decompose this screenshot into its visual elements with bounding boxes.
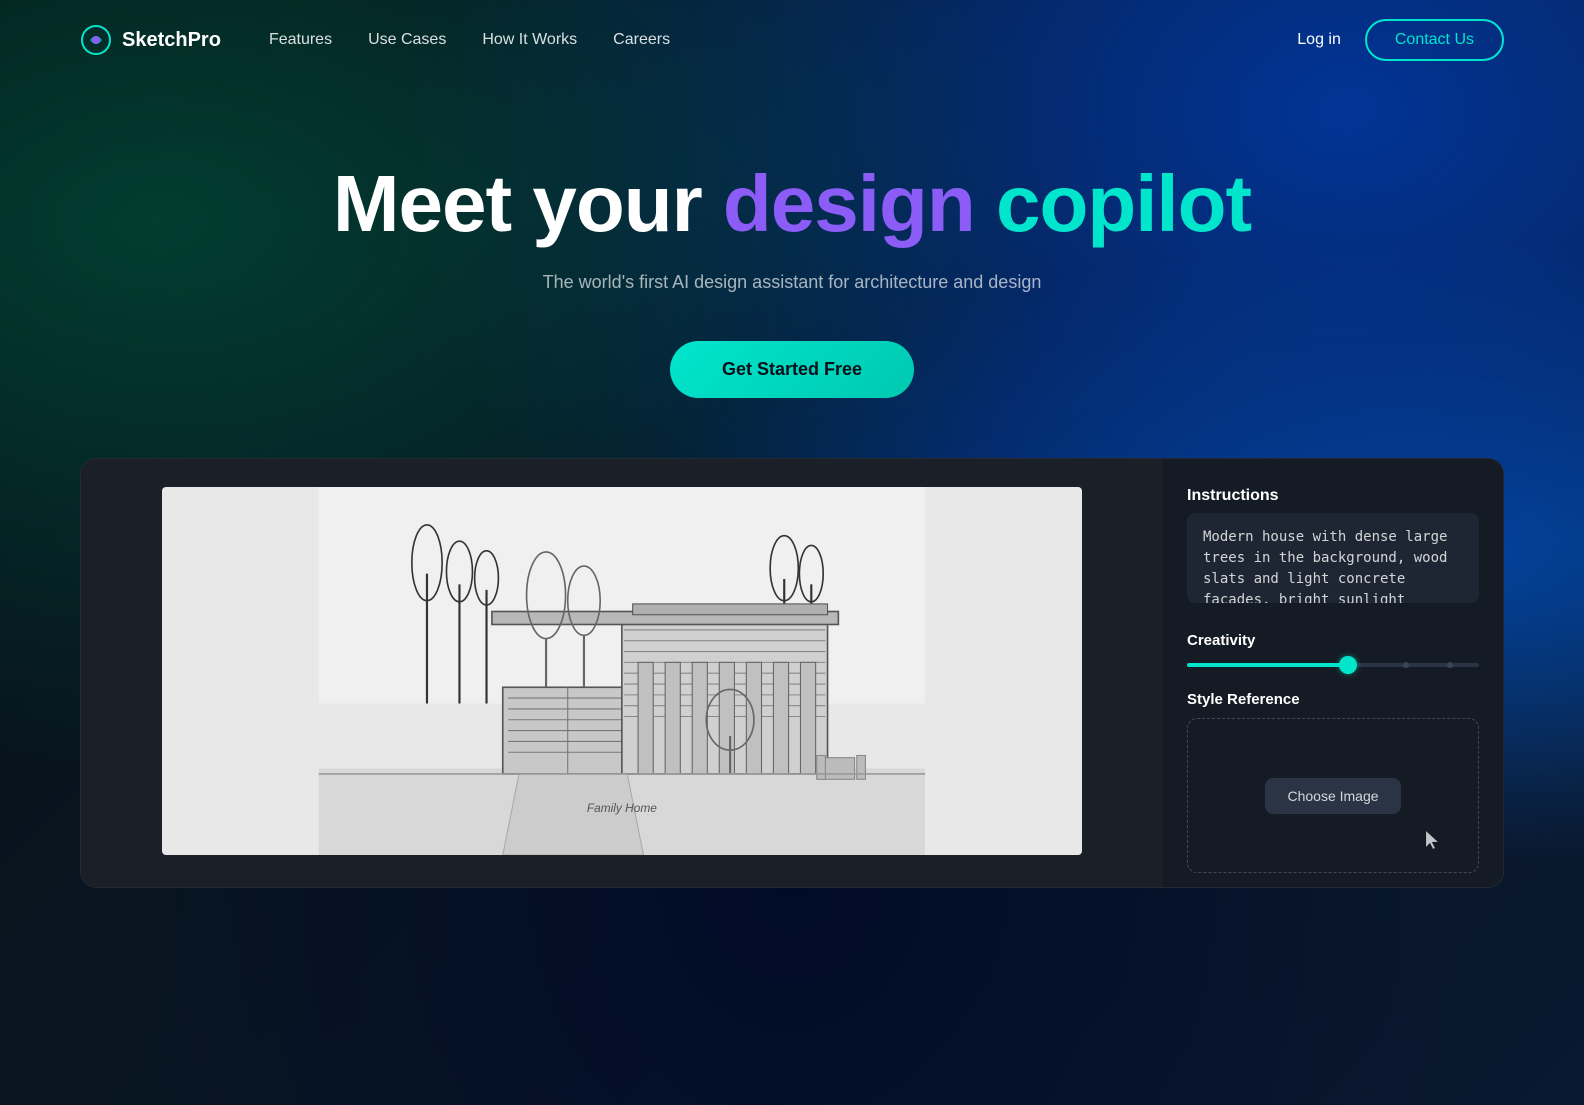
nav-links: Features Use Cases How It Works Careers — [269, 31, 670, 49]
slider-thumb[interactable] — [1339, 656, 1357, 674]
creativity-section: Creativity — [1187, 632, 1479, 667]
instructions-label: Instructions — [1187, 487, 1479, 505]
logo[interactable]: SketchPro — [80, 24, 221, 56]
instructions-section: Instructions — [1187, 487, 1479, 608]
style-ref-box: Choose Image — [1187, 718, 1479, 873]
nav-use-cases[interactable]: Use Cases — [368, 31, 446, 49]
choose-image-button[interactable]: Choose Image — [1265, 778, 1400, 814]
hero-subtitle: The world's first AI design assistant fo… — [0, 272, 1584, 293]
hero-title-part3: copilot — [975, 159, 1251, 248]
hero-section: Meet your design copilot The world's fir… — [0, 80, 1584, 438]
cta-button[interactable]: Get Started Free — [670, 341, 914, 398]
contact-button[interactable]: Contact Us — [1365, 19, 1504, 61]
sketch-canvas: Family Home — [162, 487, 1082, 855]
style-ref-section: Style Reference Choose Image — [1187, 691, 1479, 873]
cursor-indicator — [1422, 829, 1442, 858]
sketch-panel: Family Home — [81, 459, 1163, 887]
instructions-textarea[interactable] — [1187, 513, 1479, 603]
style-ref-label: Style Reference — [1187, 691, 1479, 708]
creativity-label: Creativity — [1187, 632, 1479, 649]
hero-title: Meet your design copilot — [0, 160, 1584, 248]
navbar: SketchPro Features Use Cases How It Work… — [0, 0, 1584, 80]
hero-title-part1: Meet your — [333, 159, 723, 248]
nav-left: SketchPro Features Use Cases How It Work… — [80, 24, 670, 56]
controls-panel: Instructions Creativity Style Reference … — [1163, 459, 1503, 887]
slider-dot-1 — [1403, 662, 1409, 668]
logo-icon — [80, 24, 112, 56]
cursor-icon — [1422, 829, 1442, 853]
nav-right: Log in Contact Us — [1297, 19, 1504, 61]
sketch-svg: Family Home — [162, 487, 1082, 855]
login-button[interactable]: Log in — [1297, 31, 1341, 49]
slider-track[interactable] — [1187, 663, 1479, 667]
nav-features[interactable]: Features — [269, 31, 332, 49]
slider-dot-2 — [1447, 662, 1453, 668]
nav-how-it-works[interactable]: How It Works — [482, 31, 577, 49]
nav-careers[interactable]: Careers — [613, 31, 670, 49]
svg-text:Family Home: Family Home — [587, 801, 657, 815]
demo-section: Family Home Instructions Creativity Styl… — [80, 458, 1504, 888]
logo-text: SketchPro — [122, 29, 221, 52]
hero-title-part2: design — [723, 159, 975, 248]
